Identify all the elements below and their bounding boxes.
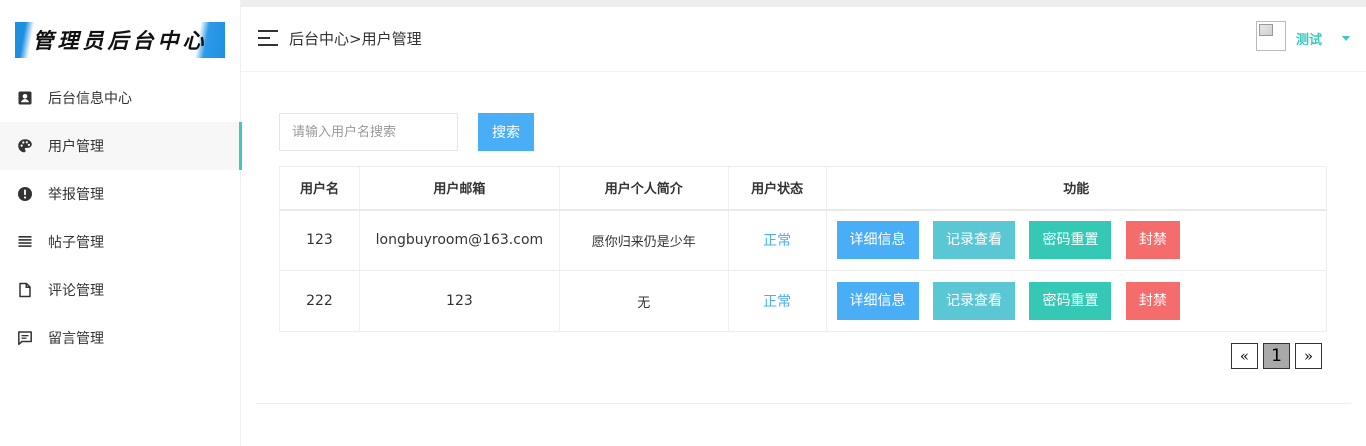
sidebar-item-info-center[interactable]: 后台信息中心 bbox=[0, 74, 241, 122]
search-button[interactable]: 搜索 bbox=[478, 113, 534, 151]
table-row: 123 longbuyroom@163.com 愿你归来仍是少年 正常 详细信息… bbox=[279, 209, 1328, 271]
user-card-icon bbox=[17, 90, 33, 106]
logo: 管理员后台中心 bbox=[15, 22, 225, 58]
breadcrumb: 后台中心>用户管理 bbox=[289, 30, 422, 48]
column-header: 用户名 bbox=[279, 166, 360, 211]
sidebar-item-label: 用户管理 bbox=[48, 139, 104, 155]
table-header-row: 用户名 用户邮箱 用户个人简介 用户状态 功能 bbox=[279, 166, 1328, 211]
search-input[interactable] bbox=[279, 113, 458, 151]
main-content: 搜索 用户名 用户邮箱 用户个人简介 用户状态 功能 123 longbuyro… bbox=[256, 73, 1351, 404]
cell-bio: 无 bbox=[558, 270, 729, 332]
sidebar-menu: 后台信息中心 用户管理 举报管理 帖子管理 评论管理 留言管理 bbox=[0, 74, 242, 362]
document-icon bbox=[17, 282, 33, 298]
sidebar-item-label: 评论管理 bbox=[48, 283, 104, 299]
sidebar-item-report-management[interactable]: 举报管理 bbox=[0, 170, 241, 218]
sidebar-item-comment-management[interactable]: 评论管理 bbox=[0, 266, 241, 314]
palette-icon bbox=[17, 138, 33, 154]
sidebar-item-label: 后台信息中心 bbox=[48, 91, 132, 107]
pagination-next-button[interactable]: » bbox=[1295, 343, 1322, 369]
cell-email: longbuyroom@163.com bbox=[358, 209, 560, 271]
sidebar-item-post-management[interactable]: 帖子管理 bbox=[0, 218, 241, 266]
sidebar: 管理员后台中心 后台信息中心 用户管理 举报管理 帖子管理 评论管理 留言管理 bbox=[0, 0, 242, 446]
password-reset-button[interactable]: 密码重置 bbox=[1029, 282, 1112, 320]
ban-button[interactable]: 封禁 bbox=[1125, 221, 1180, 260]
pagination-prev-button[interactable]: « bbox=[1231, 343, 1258, 369]
column-header: 用户个人简介 bbox=[558, 166, 729, 211]
table-row: 222 123 无 正常 详细信息 记录查看 密码重置 封禁 bbox=[279, 270, 1328, 332]
hamburger-icon[interactable] bbox=[258, 30, 278, 46]
cell-actions: 详细信息 记录查看 密码重置 封禁 bbox=[825, 270, 1328, 332]
cell-bio: 愿你归来仍是少年 bbox=[558, 209, 729, 271]
pagination: « 1 » bbox=[1226, 343, 1322, 369]
message-icon bbox=[17, 330, 33, 346]
cell-email: 123 bbox=[358, 270, 560, 332]
password-reset-button[interactable]: 密码重置 bbox=[1029, 221, 1112, 260]
user-name[interactable]: 测试 bbox=[1296, 29, 1322, 48]
pagination-page-button[interactable]: 1 bbox=[1263, 343, 1290, 369]
sidebar-item-message-management[interactable]: 留言管理 bbox=[0, 314, 241, 362]
column-header: 用户状态 bbox=[727, 166, 827, 211]
user-table: 用户名 用户邮箱 用户个人简介 用户状态 功能 123 longbuyroom@… bbox=[279, 166, 1328, 332]
detail-button[interactable]: 详细信息 bbox=[836, 282, 919, 320]
column-header: 用户邮箱 bbox=[358, 166, 560, 211]
chevron-down-icon[interactable] bbox=[1342, 36, 1350, 41]
avatar[interactable] bbox=[1256, 21, 1286, 51]
records-button[interactable]: 记录查看 bbox=[933, 221, 1015, 260]
cell-status: 正常 bbox=[727, 209, 827, 271]
cell-status: 正常 bbox=[727, 270, 827, 332]
sidebar-item-user-management[interactable]: 用户管理 bbox=[0, 122, 242, 170]
cell-username: 222 bbox=[279, 270, 360, 332]
cell-username: 123 bbox=[279, 209, 360, 271]
sidebar-item-label: 留言管理 bbox=[48, 331, 104, 347]
alert-circle-icon bbox=[17, 186, 33, 202]
column-header: 功能 bbox=[825, 166, 1328, 211]
records-button[interactable]: 记录查看 bbox=[933, 282, 1015, 320]
sidebar-item-label: 举报管理 bbox=[48, 187, 104, 203]
ban-button[interactable]: 封禁 bbox=[1125, 282, 1180, 320]
logo-text: 管理员后台中心 bbox=[32, 28, 208, 53]
detail-button[interactable]: 详细信息 bbox=[836, 221, 919, 260]
top-header: 后台中心>用户管理 测试 bbox=[241, 0, 1366, 72]
sidebar-item-label: 帖子管理 bbox=[48, 235, 104, 251]
list-icon bbox=[17, 234, 33, 250]
cell-actions: 详细信息 记录查看 密码重置 封禁 bbox=[825, 209, 1328, 271]
